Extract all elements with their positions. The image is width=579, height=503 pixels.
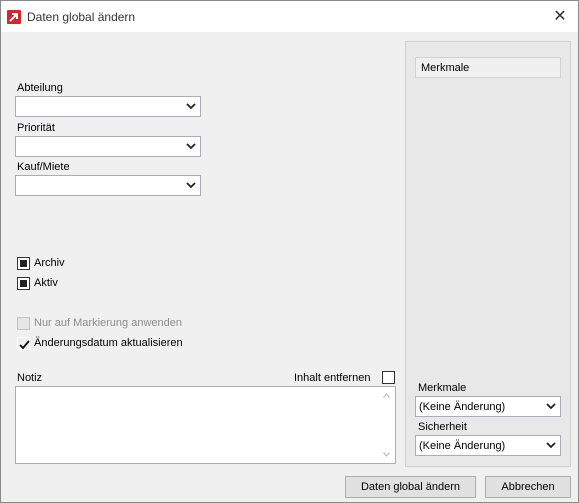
archiv-label: Archiv [34, 257, 65, 269]
merkmale-label: Merkmale [418, 382, 467, 394]
prioritaet-label: Priorität [17, 122, 55, 134]
abteilung-label: Abteilung [17, 82, 63, 94]
abteilung-select[interactable] [15, 96, 201, 117]
scroll-down-icon[interactable] [378, 446, 395, 463]
chevron-down-icon[interactable] [181, 97, 200, 116]
aenderungsdatum-checkbox[interactable]: Änderungsdatum aktualisieren [17, 335, 183, 351]
merkmale-select[interactable]: (Keine Änderung) [415, 396, 561, 417]
merkmale-list-header[interactable]: Merkmale [415, 57, 561, 78]
notiz-label: Notiz [17, 372, 43, 384]
app-logo-icon [7, 10, 21, 24]
nur-markierung-label: Nur auf Markierung anwenden [34, 317, 182, 329]
aenderungsdatum-label: Änderungsdatum aktualisieren [34, 337, 183, 349]
notiz-textarea[interactable] [15, 386, 396, 464]
aktiv-label: Aktiv [34, 277, 58, 289]
checkbox-indeterminate-icon[interactable] [17, 276, 30, 290]
merkmale-value: (Keine Änderung) [419, 401, 506, 413]
chevron-down-icon[interactable] [541, 436, 560, 455]
nur-markierung-checkbox: Nur auf Markierung anwenden [17, 315, 182, 331]
aktiv-checkbox[interactable]: Aktiv [17, 275, 58, 291]
sicherheit-select[interactable]: (Keine Änderung) [415, 435, 561, 456]
checkbox-indeterminate-icon[interactable] [17, 256, 30, 270]
prioritaet-select[interactable] [15, 136, 201, 157]
kauf-miete-select[interactable] [15, 175, 201, 196]
inhalt-entfernen-label: Inhalt entfernen [294, 372, 371, 384]
archiv-checkbox[interactable]: Archiv [17, 255, 65, 271]
kauf-miete-label: Kauf/Miete [17, 161, 70, 173]
sicherheit-label: Sicherheit [418, 421, 467, 433]
vertical-scrollbar[interactable] [378, 387, 395, 463]
title-bar: Daten global ändern ✕ [1, 1, 578, 32]
checkmark-icon[interactable] [17, 336, 30, 350]
checkbox-disabled-icon [17, 316, 30, 330]
inhalt-entfernen-checkbox[interactable] [382, 371, 395, 384]
chevron-down-icon[interactable] [181, 176, 200, 195]
apply-button[interactable]: Daten global ändern [345, 476, 476, 498]
sicherheit-value: (Keine Änderung) [419, 440, 506, 452]
window-title: Daten global ändern [27, 10, 136, 24]
scroll-up-icon[interactable] [378, 387, 395, 404]
chevron-down-icon[interactable] [181, 137, 200, 156]
close-icon[interactable]: ✕ [550, 7, 570, 27]
merkmale-header-label: Merkmale [421, 62, 470, 74]
chevron-down-icon[interactable] [541, 397, 560, 416]
cancel-button[interactable]: Abbrechen [485, 476, 571, 498]
dialog-window: Daten global ändern ✕ Abteilung Prioritä… [0, 0, 579, 503]
